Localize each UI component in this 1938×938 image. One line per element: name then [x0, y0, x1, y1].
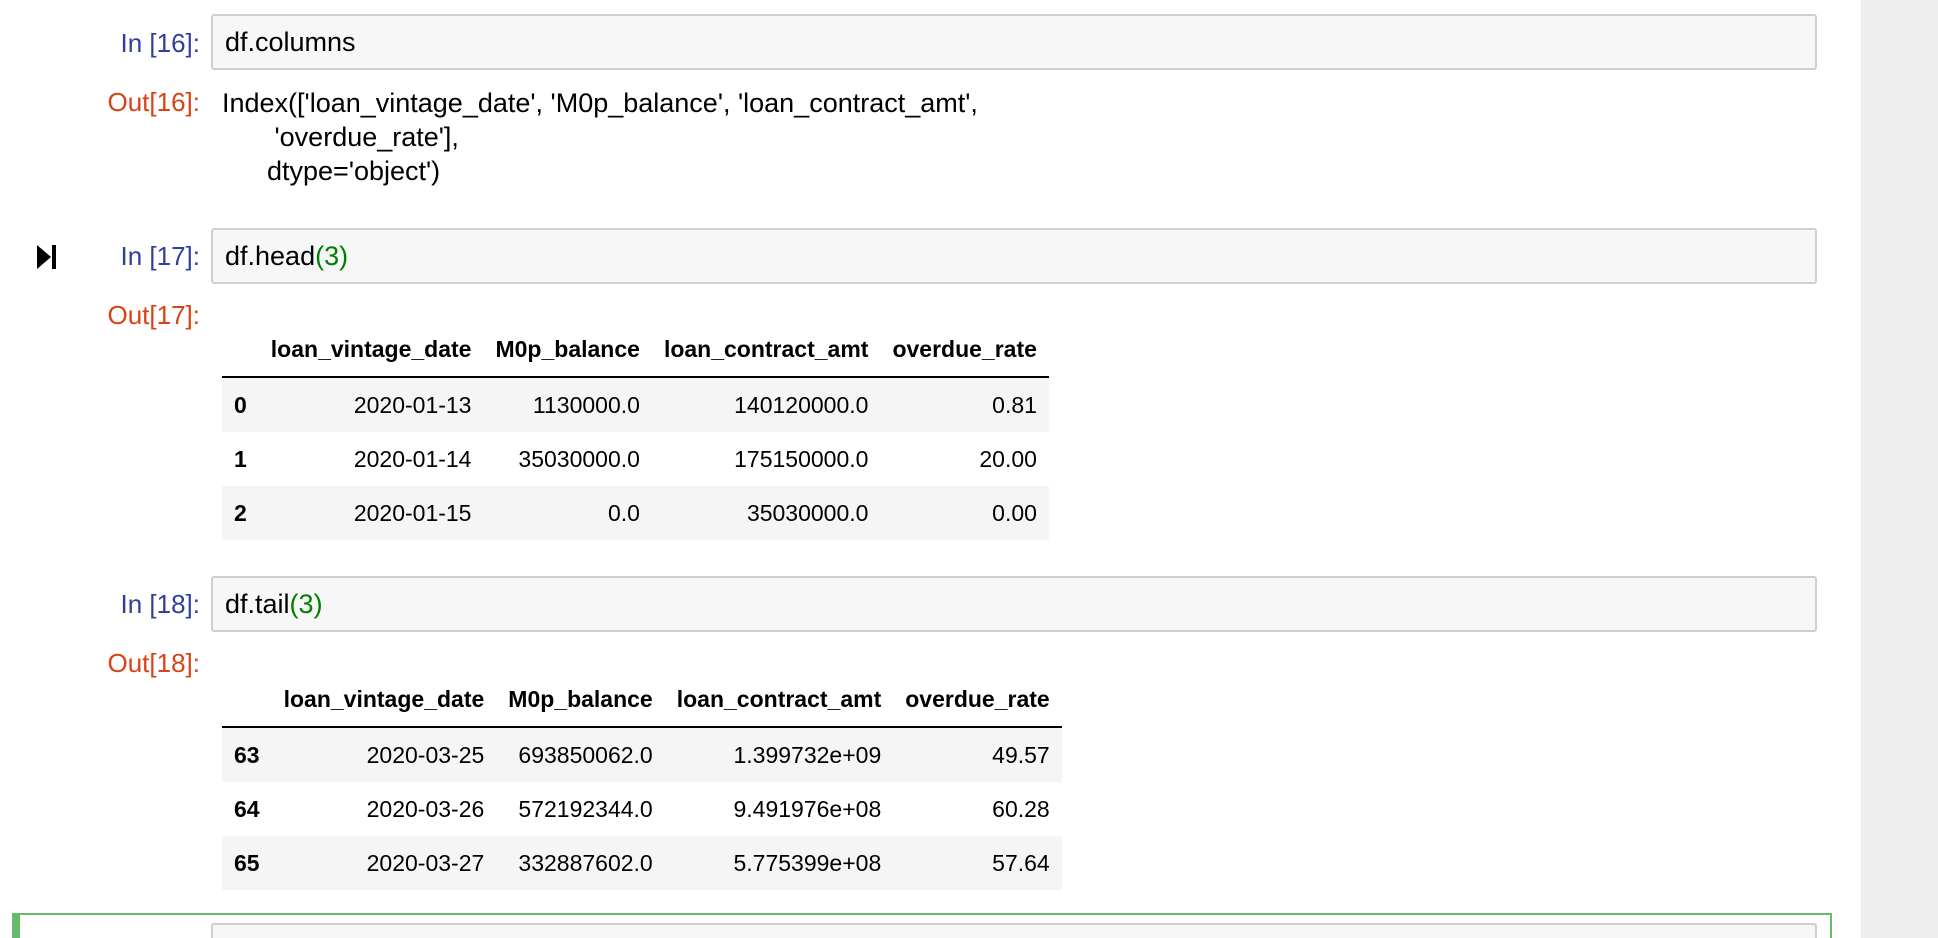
- table-row: 65 2020-03-27 332887602.0 5.775399e+08 5…: [222, 836, 1062, 890]
- code-input-17[interactable]: df.head(3): [211, 228, 1817, 284]
- table-row: 63 2020-03-25 693850062.0 1.399732e+09 4…: [222, 727, 1062, 782]
- dataframe-table-18: loan_vintage_date M0p_balance loan_contr…: [222, 672, 1062, 890]
- in-prompt-16: In [16]:: [120, 28, 201, 58]
- column-header: overdue_rate: [893, 672, 1062, 728]
- table-header-row: loan_vintage_date M0p_balance loan_contr…: [222, 672, 1062, 728]
- code-input-18[interactable]: df.tail(3): [211, 576, 1817, 632]
- table-cell: 1130000.0: [532, 391, 640, 418]
- row-index: 0: [234, 391, 247, 418]
- table-cell: 49.57: [992, 741, 1050, 768]
- code-paren-open-18: (: [289, 589, 299, 619]
- column-header: M0p_balance: [496, 672, 665, 728]
- table-cell: 9.491976e+08: [733, 795, 882, 822]
- table-cell: 693850062.0: [518, 741, 653, 768]
- table-cell: 2020-01-13: [353, 391, 472, 418]
- out-prompt-16: Out[16]:: [107, 87, 201, 117]
- table-cell: 572192344.0: [518, 795, 653, 822]
- scrollbar-track[interactable]: [1861, 0, 1938, 938]
- table-cell: 2020-03-25: [366, 741, 485, 768]
- row-index: 2: [234, 499, 247, 526]
- table-cell: 2020-01-14: [353, 445, 472, 472]
- dataframe-table-17: loan_vintage_date M0p_balance loan_contr…: [222, 322, 1049, 540]
- table-cell: 35030000.0: [746, 499, 869, 526]
- code-arg-18: 3: [298, 589, 314, 619]
- table-cell: 5.775399e+08: [733, 849, 882, 876]
- in-prompt-17: In [17]:: [120, 241, 201, 271]
- index-header: [222, 672, 272, 728]
- in-prompt-18: In [18]:: [120, 589, 201, 619]
- code-input-16[interactable]: df.columns: [211, 14, 1817, 70]
- table-cell: 0.0: [607, 499, 640, 526]
- row-index: 63: [234, 741, 260, 768]
- code-text-16: df.columns: [225, 27, 356, 57]
- table-cell: 332887602.0: [518, 849, 653, 876]
- code-paren-open-17: (: [315, 241, 325, 271]
- column-header: loan_contract_amt: [651, 322, 881, 378]
- code-arg-17: 3: [324, 241, 340, 271]
- table-cell: 0.00: [992, 499, 1037, 526]
- code-name-17: df.head: [225, 241, 316, 271]
- column-header: M0p_balance: [483, 322, 652, 378]
- table-cell: 1.399732e+09: [733, 741, 882, 768]
- table-cell: 2020-03-27: [366, 849, 485, 876]
- index-header: [222, 322, 259, 378]
- table-header-row: loan_vintage_date M0p_balance loan_contr…: [222, 322, 1049, 378]
- table-cell: 35030000.0: [518, 445, 640, 472]
- table-cell: 140120000.0: [734, 391, 869, 418]
- row-index: 64: [234, 795, 260, 822]
- notebook-container: In [16]: df.columns Out[16]: Index(['loa…: [0, 0, 1861, 938]
- out-prompt-17: Out[17]:: [107, 300, 201, 330]
- table-cell: 0.81: [992, 391, 1037, 418]
- code-name-18: df.tail: [225, 589, 290, 619]
- table-cell: 57.64: [992, 849, 1050, 876]
- column-header: overdue_rate: [880, 322, 1049, 378]
- active-cell-input[interactable]: [211, 923, 1817, 938]
- table-row: 64 2020-03-26 572192344.0 9.491976e+08 6…: [222, 782, 1062, 836]
- table-cell: 20.00: [979, 445, 1037, 472]
- table-cell: 175150000.0: [734, 445, 869, 472]
- table-cell: 2020-03-26: [366, 795, 485, 822]
- output-text-16: Index(['loan_vintage_date', 'M0p_balance…: [222, 88, 978, 186]
- table-cell: 60.28: [992, 795, 1050, 822]
- row-index: 65: [234, 849, 260, 876]
- table-row: 0 2020-01-13 1130000.0 140120000.0 0.81: [222, 377, 1049, 432]
- table-cell: 2020-01-15: [353, 499, 472, 526]
- row-index: 1: [234, 445, 247, 472]
- out-prompt-18: Out[18]:: [107, 648, 201, 678]
- column-header: loan_contract_amt: [664, 672, 894, 728]
- table-row: 2 2020-01-15 0.0 35030000.0 0.00: [222, 486, 1049, 540]
- code-paren-close-17: ): [339, 241, 349, 271]
- code-paren-close-18: ): [313, 589, 323, 619]
- table-row: 1 2020-01-14 35030000.0 175150000.0 20.0…: [222, 432, 1049, 486]
- column-header: loan_vintage_date: [271, 672, 497, 728]
- column-header: loan_vintage_date: [258, 322, 484, 378]
